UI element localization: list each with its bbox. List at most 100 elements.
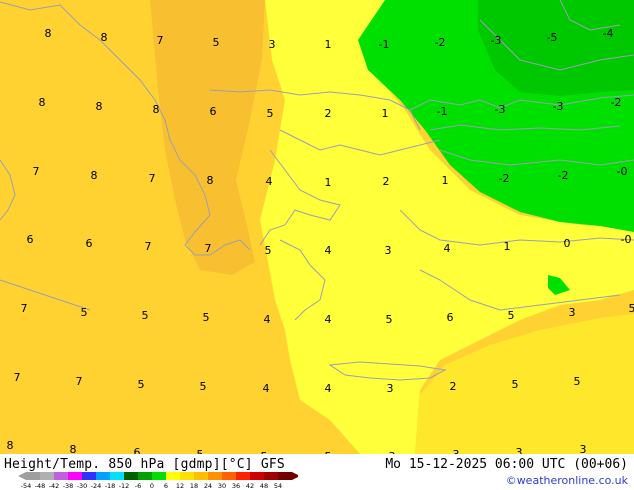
color-scale-label: 6 — [164, 482, 168, 490]
temperature-label: 8 — [101, 31, 108, 44]
temperature-label: 5 — [267, 107, 274, 120]
temperature-label: -2 — [558, 169, 569, 182]
color-scale-label: -48 — [35, 482, 46, 490]
temperature-label: 4 — [325, 244, 332, 257]
temperature-label: 5 — [386, 313, 393, 326]
color-scale-swatch — [250, 472, 264, 480]
color-scale-label: -18 — [105, 482, 116, 490]
temperature-label: 4 — [444, 242, 451, 255]
temperature-label: 1 — [442, 174, 449, 187]
temperature-label: 6 — [27, 233, 34, 246]
color-scale-swatch — [124, 472, 138, 480]
temperature-label: 2 — [383, 175, 390, 188]
temperature-label: 3 — [387, 382, 394, 395]
temperature-label: 8 — [45, 27, 52, 40]
color-scale-swatch — [138, 472, 152, 480]
color-scale-label: 0 — [150, 482, 154, 490]
color-scale-label: 30 — [218, 482, 226, 490]
color-scale-swatch — [54, 472, 68, 480]
temperature-label: 4 — [325, 313, 332, 326]
temperature-label: 3 — [269, 38, 276, 51]
temperature-label: -5 — [547, 31, 558, 44]
temperature-label: 1 — [325, 38, 332, 51]
color-scale-label: 54 — [274, 482, 282, 490]
temperature-label: 7 — [76, 375, 83, 388]
color-scale-swatch — [194, 472, 208, 480]
color-scale-right-arrow — [292, 472, 298, 480]
temperature-label: 8 — [207, 174, 214, 187]
color-scale-swatch — [180, 472, 194, 480]
temperature-label: 2 — [325, 107, 332, 120]
color-scale-label: 12 — [176, 482, 184, 490]
temperature-label: -0 — [617, 165, 628, 178]
temperature-label: -2 — [611, 96, 622, 109]
temperature-label: 4 — [264, 313, 271, 326]
temperature-label: 6 — [86, 237, 93, 250]
color-scale-label: 36 — [232, 482, 240, 490]
color-scale-swatch — [152, 472, 166, 480]
temperature-label: 7 — [157, 34, 164, 47]
color-scale-swatch — [82, 472, 96, 480]
color-scale-swatch — [278, 472, 292, 480]
color-scale-swatch — [26, 472, 40, 480]
color-scale-label: -38 — [63, 482, 74, 490]
temperature-label: -3 — [495, 103, 506, 116]
temperature-label: 7 — [149, 172, 156, 185]
map-datetime: Mo 15-12-2025 06:00 UTC (00+06) — [385, 457, 628, 472]
temperature-label: 3 — [569, 306, 576, 319]
color-scale-swatch — [208, 472, 222, 480]
color-scale-swatch — [166, 472, 180, 480]
temperature-label: -0 — [621, 233, 632, 246]
temperature-label: 4 — [266, 175, 273, 188]
color-scale-swatch — [96, 472, 110, 480]
color-scale-label: 24 — [204, 482, 212, 490]
color-scale-left-arrow — [18, 472, 26, 480]
temperature-label: 6 — [447, 311, 454, 324]
temperature-label: 8 — [96, 100, 103, 113]
temperature-label: 8 — [153, 103, 160, 116]
color-scale-label: 42 — [246, 482, 254, 490]
temperature-label: 5 — [203, 311, 210, 324]
temperature-label: 8 — [91, 169, 98, 182]
map-title: Height/Temp. 850 hPa [gdmp][°C] GFS — [4, 457, 285, 472]
temperature-label: 5 — [629, 302, 634, 315]
color-scale-swatch — [222, 472, 236, 480]
temperature-label: 5 — [213, 36, 220, 49]
temperature-label: -2 — [499, 172, 510, 185]
color-scale-label: -42 — [49, 482, 60, 490]
temperature-label: 8 — [7, 439, 14, 452]
color-scale-label: -12 — [119, 482, 130, 490]
color-scale-swatch — [40, 472, 54, 480]
weather-map: 8 8 7 5 3 1 -1 -2 -3 -5 -4 8 8 8 6 5 2 1 -1 -3 -3 -2 7 8 7 8 4 1 2 1-… — [0, 0, 634, 490]
temperature-label: 5 — [508, 309, 515, 322]
temperature-label: 7 — [14, 371, 21, 384]
temperature-label: -3 — [491, 34, 502, 47]
temperature-label: 1 — [504, 240, 511, 253]
color-scale-label: -30 — [77, 482, 88, 490]
temperature-label: -3 — [553, 100, 564, 113]
temperature-label: 5 — [512, 378, 519, 391]
color-scale-label: -54 — [21, 482, 32, 490]
temperature-label: 7 — [145, 240, 152, 253]
temperature-label: 5 — [574, 375, 581, 388]
temperature-label: 0 — [564, 237, 571, 250]
color-scale-label: 48 — [260, 482, 268, 490]
temperature-label: -1 — [437, 105, 448, 118]
temperature-label: 7 — [205, 242, 212, 255]
temperature-label: 7 — [21, 302, 28, 315]
temperature-label: 6 — [210, 105, 217, 118]
temperature-label: -2 — [435, 36, 446, 49]
temperature-label: 5 — [138, 378, 145, 391]
temperature-label: 1 — [382, 107, 389, 120]
temperature-label: 3 — [385, 244, 392, 257]
temperature-label: 5 — [265, 244, 272, 257]
credit-link[interactable]: ©weatheronline.co.uk — [506, 474, 628, 487]
color-scale-swatch — [110, 472, 124, 480]
color-scale-swatch — [264, 472, 278, 480]
color-scale-swatch — [68, 472, 82, 480]
temperature-label: -1 — [379, 38, 390, 51]
temperature-label: 5 — [200, 380, 207, 393]
color-scale-label: 18 — [190, 482, 198, 490]
temperature-label: 2 — [450, 380, 457, 393]
temperature-label: 4 — [325, 382, 332, 395]
